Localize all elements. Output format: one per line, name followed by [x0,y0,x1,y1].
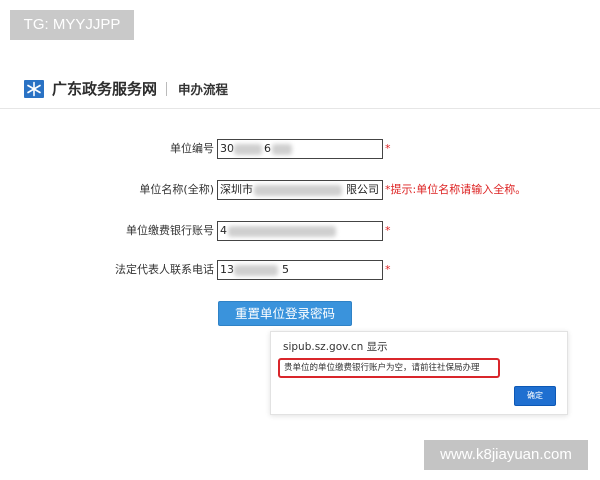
dialog-message: 贵单位的单位缴费银行账户为空，请前往社保局办理 [278,358,500,378]
phone-value-start: 13 [220,263,234,276]
dialog-ok-button[interactable]: 确定 [514,386,556,406]
blurred-text [234,144,262,155]
unit-number-value-end: 6 [264,142,271,155]
blurred-text [272,144,292,155]
dialog-title: sipub.sz.gov.cn 显示 [283,341,388,353]
unit-name-label: 单位名称(全称) [139,183,214,196]
snowflake-logo-icon[interactable] [24,80,44,98]
watermark-bottom: www.k8jiayuan.com [424,440,588,470]
unit-name-value-start: 深圳市 [220,183,253,196]
header-divider [166,82,167,96]
required-mark: * [385,142,391,155]
unit-number-label: 单位编号 [170,142,214,155]
required-mark: * [385,224,391,237]
unit-name-value-end: 限公司 [346,183,379,196]
reset-password-button[interactable]: 重置单位登录密码 [218,301,352,326]
alert-dialog: sipub.sz.gov.cn 显示 贵单位的单位缴费银行账户为空，请前往社保局… [270,331,568,415]
unit-name-input[interactable]: 深圳市 限公司 [217,180,383,200]
site-header: 广东政务服务网 申办流程 [0,70,600,109]
bank-account-value-start: 4 [220,224,227,237]
unit-number-value-start: 30 [220,142,234,155]
watermark-top: TG: MYYJJPP [10,10,134,40]
unit-name-hint: *提示:单位名称请输入全称。 [385,183,527,196]
legal-rep-phone-label: 法定代表人联系电话 [115,263,214,276]
bank-account-input[interactable]: 4 [217,221,383,241]
blurred-text [254,185,342,196]
required-mark: * [385,263,391,276]
page-subtitle: 申办流程 [178,82,229,97]
site-title[interactable]: 广东政务服务网 [52,78,157,100]
phone-value-end: 5 [282,263,289,276]
unit-number-input[interactable]: 30 6 [217,139,383,159]
blurred-text [228,226,336,237]
blurred-text [234,265,278,276]
bank-account-label: 单位缴费银行账号 [126,224,214,237]
legal-rep-phone-input[interactable]: 13 5 [217,260,383,280]
